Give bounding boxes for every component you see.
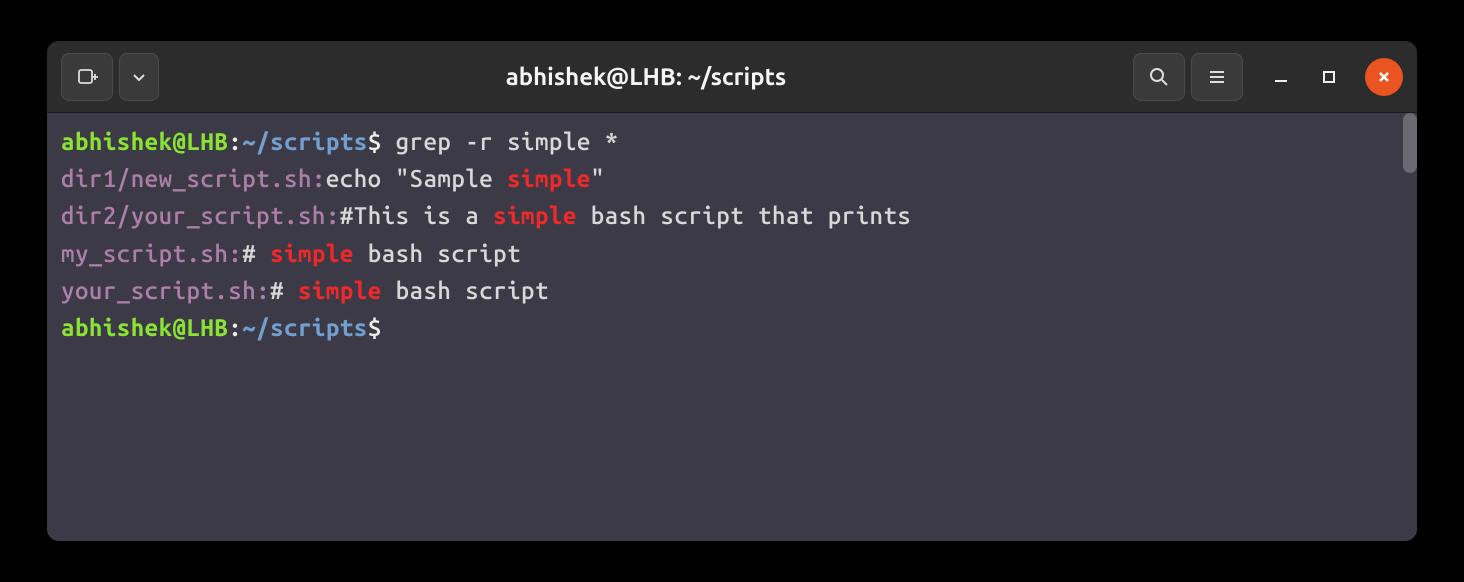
close-icon <box>1376 69 1392 85</box>
terminal-body[interactable]: abhishek@LHB:~/scripts$ grep -r simple *… <box>47 113 1417 541</box>
minimize-icon <box>1272 68 1290 86</box>
search-icon <box>1148 66 1170 88</box>
grep-match: simple <box>493 202 577 229</box>
hamburger-icon <box>1207 67 1227 87</box>
grep-file: your_script.sh: <box>61 277 270 304</box>
prompt-sep: : <box>228 128 242 155</box>
grep-text: bash script <box>354 240 521 267</box>
scrollbar-thumb[interactable] <box>1403 113 1417 173</box>
grep-text: " <box>591 165 605 192</box>
prompt-path: ~/scripts <box>242 314 367 341</box>
chevron-down-icon <box>131 69 147 85</box>
new-tab-icon <box>76 66 98 88</box>
close-button[interactable] <box>1365 58 1403 96</box>
output-line: dir1/new_script.sh:echo "Sample simple" <box>61 160 1403 197</box>
menu-button[interactable] <box>1191 53 1243 101</box>
grep-text: #This is a <box>340 202 493 229</box>
grep-match: simple <box>270 240 354 267</box>
grep-match: simple <box>507 165 591 192</box>
maximize-button[interactable] <box>1317 65 1341 89</box>
grep-match: simple <box>298 277 382 304</box>
search-button[interactable] <box>1133 53 1185 101</box>
command-text: grep -r simple * <box>382 128 619 155</box>
titlebar: abhishek@LHB: ~/scripts <box>47 41 1417 113</box>
prompt-dollar: $ <box>368 128 382 155</box>
prompt-line: abhishek@LHB:~/scripts$ <box>61 309 1403 346</box>
new-tab-button[interactable] <box>61 53 113 101</box>
grep-file: my_script.sh: <box>61 240 242 267</box>
output-line: dir2/your_script.sh:#This is a simple ba… <box>61 197 1403 234</box>
prompt-sep: : <box>228 314 242 341</box>
window-controls <box>1269 58 1403 96</box>
grep-file: dir2/your_script.sh: <box>61 202 340 229</box>
maximize-icon <box>1321 69 1337 85</box>
grep-text: # <box>242 240 270 267</box>
title-area: abhishek@LHB: ~/scripts <box>165 63 1127 90</box>
grep-text: bash script that prints <box>577 202 912 229</box>
prompt-line: abhishek@LHB:~/scripts$ grep -r simple * <box>61 123 1403 160</box>
grep-text: bash script <box>382 277 549 304</box>
grep-text: # <box>270 277 298 304</box>
prompt-user: abhishek@LHB <box>61 128 228 155</box>
prompt-path: ~/scripts <box>242 128 367 155</box>
window-title: abhishek@LHB: ~/scripts <box>506 63 787 90</box>
grep-text: echo "Sample <box>326 165 507 192</box>
output-line: your_script.sh:# simple bash script <box>61 272 1403 309</box>
prompt-user: abhishek@LHB <box>61 314 228 341</box>
grep-file: dir1/new_script.sh: <box>61 165 326 192</box>
output-line: my_script.sh:# simple bash script <box>61 235 1403 272</box>
minimize-button[interactable] <box>1269 65 1293 89</box>
prompt-dollar: $ <box>368 314 382 341</box>
terminal-window: abhishek@LHB: ~/scripts <box>47 41 1417 541</box>
tab-dropdown-button[interactable] <box>119 53 159 101</box>
